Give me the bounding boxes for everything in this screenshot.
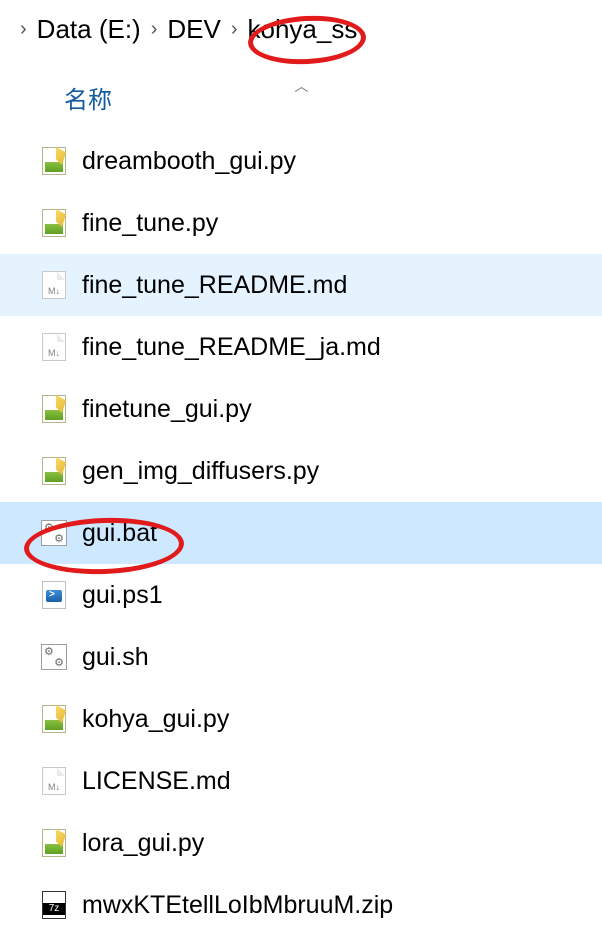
file-row[interactable]: dreambooth_gui.py: [0, 130, 602, 192]
sort-arrow-icon: ︿: [295, 76, 308, 96]
py-file-icon: [40, 457, 68, 485]
file-name: finetune_gui.py: [82, 395, 252, 424]
file-row[interactable]: gui.bat: [0, 502, 602, 564]
chevron-right-icon: ›: [14, 18, 33, 41]
md-file-icon: [40, 333, 68, 361]
file-row[interactable]: gui.ps1: [0, 564, 602, 626]
7z-file-icon: [40, 891, 68, 919]
file-name: gui.bat: [82, 519, 157, 548]
file-row[interactable]: LICENSE.md: [0, 750, 602, 812]
py-file-icon: [40, 829, 68, 857]
file-row[interactable]: fine_tune.py: [0, 192, 602, 254]
column-header-row: 名称 ︿: [0, 78, 602, 118]
breadcrumb-seg-drive[interactable]: Data (E:): [37, 14, 141, 45]
file-name: LICENSE.md: [82, 767, 231, 796]
py-file-icon: [40, 147, 68, 175]
column-header-name[interactable]: 名称: [0, 80, 112, 115]
breadcrumb[interactable]: › Data (E:) › DEV › kohya_ss: [0, 0, 602, 60]
file-name: lora_gui.py: [82, 829, 204, 858]
py-file-icon: [40, 705, 68, 733]
py-file-icon: [40, 395, 68, 423]
breadcrumb-seg-dev[interactable]: DEV: [167, 14, 220, 45]
file-list: dreambooth_gui.py fine_tune.py fine_tune_R…: [0, 130, 602, 936]
file-row[interactable]: kohya_gui.py: [0, 688, 602, 750]
py-file-icon: [40, 209, 68, 237]
file-row[interactable]: mwxKTEtellLoIbMbruuM.zip: [0, 874, 602, 936]
file-name: mwxKTEtellLoIbMbruuM.zip: [82, 891, 393, 920]
file-row[interactable]: fine_tune_README.md: [0, 254, 602, 316]
file-row[interactable]: fine_tune_README_ja.md: [0, 316, 602, 378]
chevron-right-icon: ›: [145, 18, 164, 41]
file-name: gen_img_diffusers.py: [82, 457, 319, 486]
md-file-icon: [40, 767, 68, 795]
md-file-icon: [40, 271, 68, 299]
file-name: fine_tune_README_ja.md: [82, 333, 381, 362]
file-name: fine_tune_README.md: [82, 271, 347, 300]
file-row[interactable]: lora_gui.py: [0, 812, 602, 874]
file-name: gui.sh: [82, 643, 149, 672]
chevron-right-icon: ›: [225, 18, 244, 41]
file-row[interactable]: gui.sh: [0, 626, 602, 688]
file-name: kohya_gui.py: [82, 705, 229, 734]
breadcrumb-seg-folder[interactable]: kohya_ss: [248, 14, 358, 45]
file-row[interactable]: gen_img_diffusers.py: [0, 440, 602, 502]
bat-file-icon: [40, 519, 68, 547]
file-row[interactable]: finetune_gui.py: [0, 378, 602, 440]
ps1-file-icon: [40, 581, 68, 609]
file-name: gui.ps1: [82, 581, 163, 610]
file-name: fine_tune.py: [82, 209, 218, 238]
file-name: dreambooth_gui.py: [82, 147, 296, 176]
sh-file-icon: [40, 643, 68, 671]
